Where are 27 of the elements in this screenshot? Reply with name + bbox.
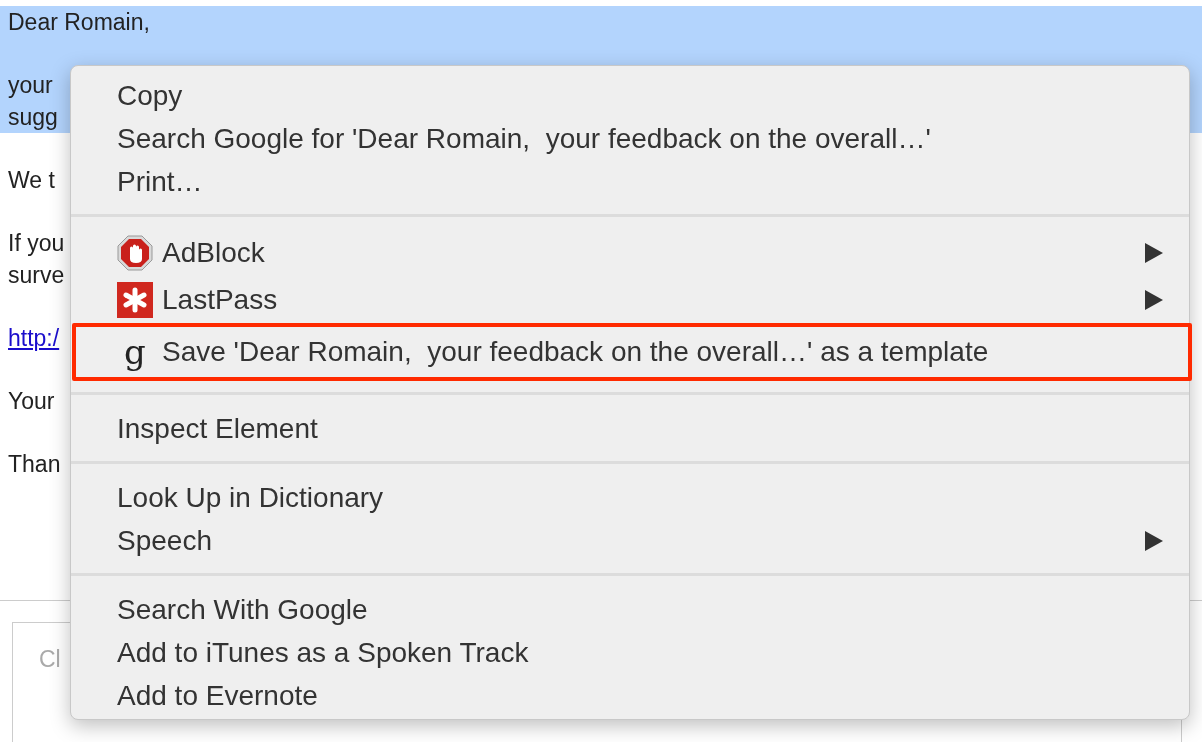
submenu-arrow-icon [1145,242,1163,263]
g-letter-icon: g [117,334,153,370]
email-text: Than [8,450,61,479]
email-link[interactable]: http:/ [8,322,60,354]
menu-item[interactable]: Add to Evernote [71,674,1189,717]
email-text: Your [8,387,55,416]
menu-item[interactable]: LastPass [71,276,1189,323]
menu-item[interactable]: Look Up in Dictionary [71,476,1189,519]
stop-hand-icon [117,234,153,271]
submenu-arrow-icon [1145,530,1163,551]
email-text: surve [8,261,65,290]
menu-item[interactable]: Inspect Element [71,407,1189,450]
menu-item[interactable]: Print… [71,160,1189,203]
email-text: We t [8,166,55,195]
menu-item[interactable]: Add to iTunes as a Spoken Track [71,631,1189,674]
email-text: Dear Romain, [8,8,150,37]
email-text: your [8,71,53,100]
menu-item[interactable]: Copy [71,74,1189,117]
menu-item[interactable]: Speech [71,519,1189,562]
menu-item[interactable]: AdBlock [71,229,1189,276]
submenu-arrow-icon [1145,289,1163,310]
menu-item[interactable]: g Save 'Dear Romain, your feedback on the overall…' as a template [72,323,1192,381]
email-text: If you [8,229,65,258]
menu-item[interactable]: Search Google for 'Dear Romain, your feedback on the overall…' [71,117,1189,160]
email-text: sugg [8,103,58,132]
menu-item[interactable]: Search With Google [71,588,1189,631]
asterisk-icon [117,281,153,318]
